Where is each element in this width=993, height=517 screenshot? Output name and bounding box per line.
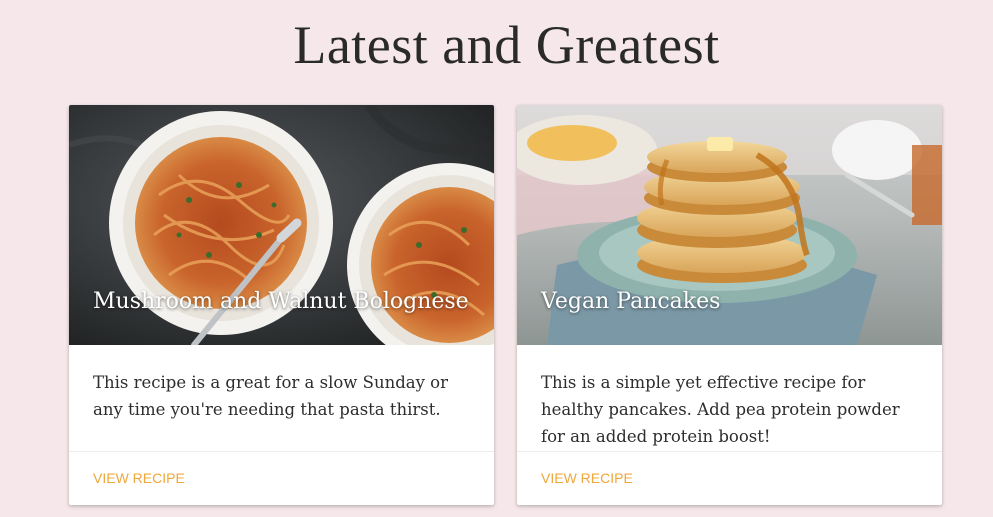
view-recipe-link[interactable]: VIEW RECIPE (69, 452, 209, 486)
card-title: Vegan Pancakes (541, 289, 721, 314)
card-description: This is a simple yet effective recipe fo… (517, 345, 942, 452)
recipe-card: Vegan Pancakes This is a simple yet effe… (517, 105, 942, 505)
pancakes-image: Vegan Pancakes (517, 105, 942, 345)
page-title: Latest and Greatest (293, 15, 720, 75)
recipe-card: Mushroom and Walnut Bolognese This recip… (69, 105, 494, 505)
card-title: Mushroom and Walnut Bolognese (93, 289, 469, 314)
card-description: This recipe is a great for a slow Sunday… (69, 345, 494, 452)
view-recipe-link[interactable]: VIEW RECIPE (517, 452, 657, 486)
pasta-image: Mushroom and Walnut Bolognese (69, 105, 494, 345)
